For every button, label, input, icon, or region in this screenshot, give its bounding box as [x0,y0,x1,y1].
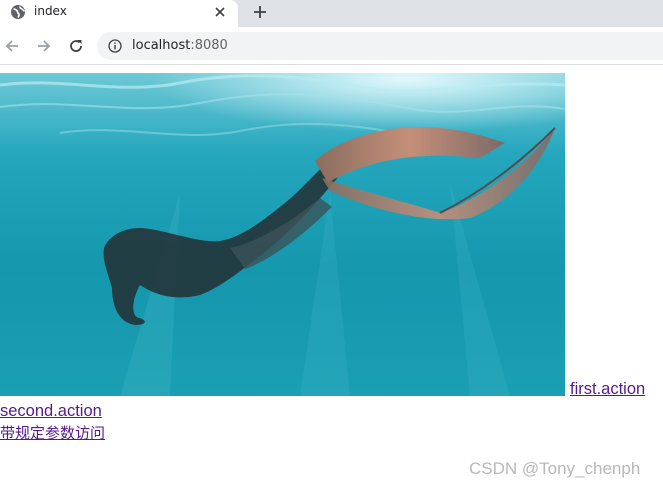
back-button[interactable] [2,36,22,56]
csdn-watermark: CSDN @Tony_chenph [469,459,641,478]
reload-icon [70,40,82,52]
url-text[interactable]: localhost:8080 [132,38,228,53]
url-port: :8080 [190,38,228,53]
forward-button[interactable] [34,36,54,56]
address-bar[interactable]: localhost:8080 [97,32,663,60]
arrow-left-icon [5,40,18,52]
page-content: first.action second.action 带规定参数访问 [0,73,663,489]
tab-title: index [34,4,67,18]
reload-button[interactable] [66,36,86,56]
tab-index[interactable]: index [0,0,238,27]
arrow-right-icon [38,40,51,52]
info-icon[interactable] [108,39,122,53]
url-host: localhost [132,38,191,53]
first-action-link[interactable]: first.action [570,379,645,400]
param-access-link[interactable]: 带规定参数访问 [0,423,105,444]
freediver-photo [0,73,565,396]
plus-icon [254,6,266,18]
second-action-link[interactable]: second.action [0,401,102,422]
globe-icon [11,5,25,19]
tab-strip: index [0,0,663,27]
new-tab-button[interactable] [249,1,271,23]
browser-toolbar: localhost:8080 [0,27,663,65]
close-icon[interactable] [212,4,228,20]
